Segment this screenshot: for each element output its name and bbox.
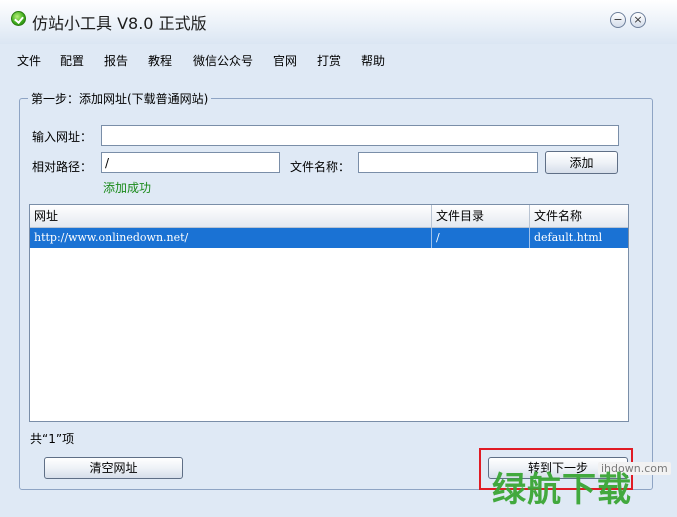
close-button[interactable]: × (630, 12, 646, 28)
add-success-message: 添加成功 (103, 181, 152, 195)
menu-report[interactable]: 报告 (104, 52, 128, 69)
path-input[interactable] (101, 152, 280, 173)
filename-input[interactable] (358, 152, 538, 173)
row-directory: / (432, 228, 530, 248)
step1-group-label: 第一步：添加网址(下载普通网站) (28, 90, 212, 107)
minimize-button[interactable]: − (610, 12, 626, 28)
clear-urls-button[interactable]: 清空网址 (44, 457, 183, 479)
add-button[interactable]: 添加 (545, 151, 618, 174)
url-input[interactable] (101, 125, 619, 146)
column-directory[interactable]: 文件目录 (432, 205, 530, 227)
menu-website[interactable]: 官网 (273, 52, 297, 69)
path-label: 相对路径： (32, 160, 93, 174)
row-filename: default.html (534, 231, 603, 244)
menu-config[interactable]: 配置 (60, 52, 84, 69)
watermark-logo: 绿航下载 (492, 470, 632, 510)
table-row[interactable]: http://www.onlinedown.net/ / default.htm… (30, 228, 628, 248)
url-list[interactable]: 网址 文件目录 文件名称 http://www.onlinedown.net/ … (29, 204, 629, 422)
column-url[interactable]: 网址 (30, 205, 432, 227)
list-header: 网址 文件目录 文件名称 (30, 205, 628, 228)
menu-tutorial[interactable]: 教程 (148, 52, 172, 69)
menu-wechat[interactable]: 微信公众号 (193, 52, 253, 69)
menu-file[interactable]: 文件 (17, 52, 41, 69)
item-count: 共“1”项 (30, 432, 75, 446)
menu-donate[interactable]: 打赏 (317, 52, 341, 69)
filename-label: 文件名称： (290, 160, 351, 174)
menu-help[interactable]: 帮助 (361, 52, 385, 69)
window-title: 仿站小工具 V8.0 正式版 (32, 14, 207, 33)
url-label: 输入网址： (32, 130, 93, 144)
title-bar: 仿站小工具 V8.0 正式版 − × (0, 0, 677, 44)
column-filename[interactable]: 文件名称 (530, 205, 628, 227)
app-icon (11, 11, 26, 26)
row-url: http://www.onlinedown.net/ (30, 228, 432, 248)
